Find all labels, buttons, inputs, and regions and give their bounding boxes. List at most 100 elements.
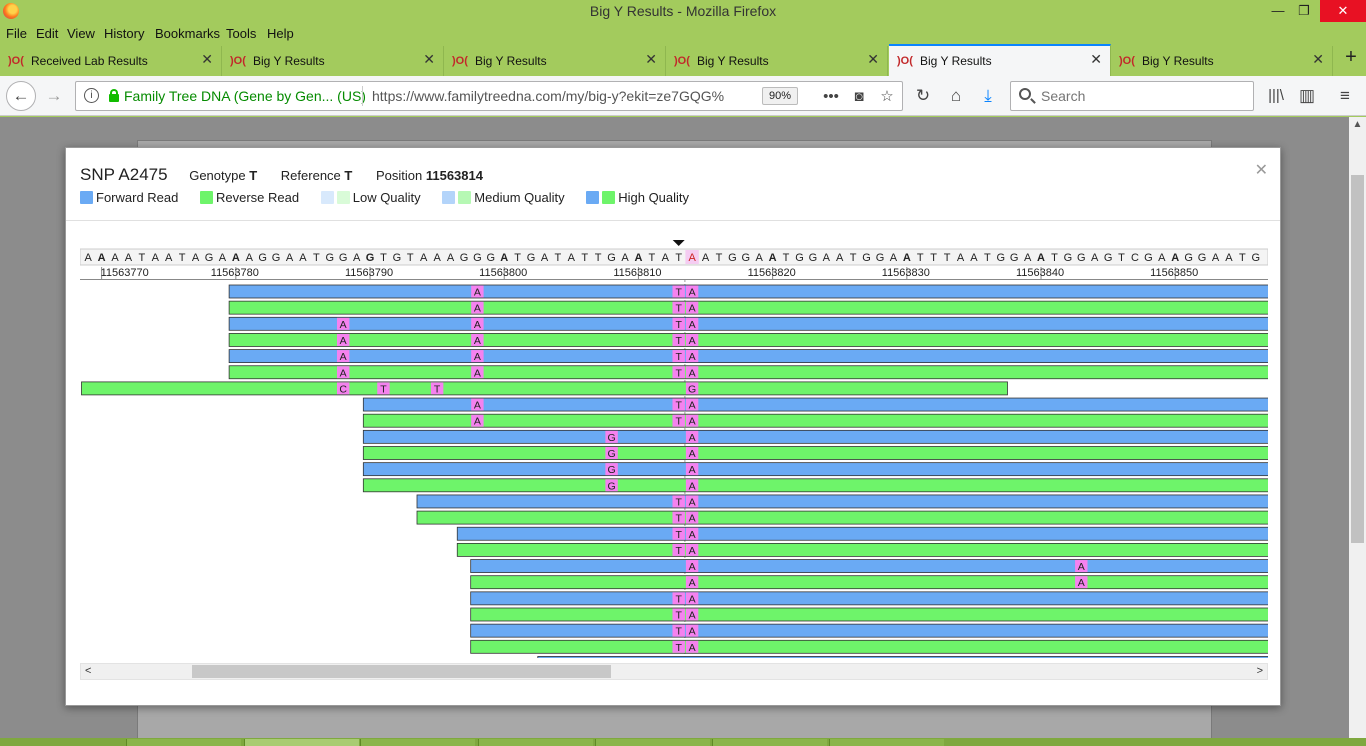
reference-base: A [420, 252, 428, 264]
reference-base: G [1184, 252, 1193, 264]
legend-low-quality: Low Quality [320, 190, 421, 205]
close-tab-icon[interactable]: ✕ [201, 51, 213, 68]
scroll-right-icon[interactable]: > [1257, 664, 1263, 679]
viewer-scroll-thumb[interactable] [192, 665, 611, 678]
zoom-indicator[interactable]: 90% [762, 87, 799, 105]
tab-3[interactable]: )O( Big Y Results ✕ [444, 46, 666, 76]
close-tab-icon[interactable]: ✕ [645, 51, 657, 68]
menu-help[interactable]: Help [267, 26, 294, 41]
hamburger-menu-icon[interactable]: ≡ [1333, 84, 1357, 108]
site-identity[interactable]: Family Tree DNA (Gene by Gen... (US) [124, 88, 366, 104]
scroll-up-icon[interactable]: ▲ [1349, 119, 1366, 130]
reverse-read [470, 607, 1268, 622]
tab-5-active[interactable]: )O( Big Y Results ✕ [889, 44, 1111, 76]
ruler-label: 11563780 [211, 267, 259, 279]
secure-lock-icon [109, 89, 119, 102]
read-legend: Forward Read Reverse Read Low Quality Me… [80, 190, 707, 205]
menu-bookmarks[interactable]: Bookmarks [155, 26, 220, 41]
tab-1[interactable]: )O( Received Lab Results ✕ [0, 46, 222, 76]
search-input[interactable] [1041, 87, 1241, 105]
reference-base: A [970, 252, 978, 264]
mismatch-base: A [689, 400, 696, 412]
url-text[interactable]: https://www.familytreedna.com/my/big-y?e… [372, 88, 728, 104]
scroll-left-icon[interactable]: < [85, 664, 91, 679]
reference-base: T [944, 252, 951, 264]
download-icon[interactable]: ⤓ [976, 84, 1000, 108]
reference-base: A [1171, 252, 1179, 264]
close-tab-icon[interactable]: ✕ [423, 51, 435, 68]
forward-read [470, 623, 1268, 638]
taskbar-item[interactable] [244, 739, 359, 746]
library-icon[interactable]: |||\ [1264, 84, 1288, 108]
close-tab-icon[interactable]: ✕ [867, 51, 879, 68]
reference-base: T [648, 252, 655, 264]
legend-swatch [586, 191, 600, 204]
mismatch-base: A [689, 593, 696, 605]
maximize-button[interactable]: ❐ [1286, 0, 1322, 22]
reference-base: T [1051, 252, 1058, 264]
tab-6[interactable]: )O( Big Y Results ✕ [1111, 46, 1333, 76]
read-alignment-viewer[interactable]: AAAATAATAGAAAGGAATGGAGTGTAAAGGGATGATATTG… [80, 236, 1268, 658]
tab-4[interactable]: )O( Big Y Results ✕ [666, 46, 888, 76]
forward-read [228, 284, 1268, 299]
mismatch-base: A [689, 610, 696, 622]
sidebar-icon[interactable]: ▥ [1295, 84, 1319, 108]
close-tab-icon[interactable]: ✕ [1090, 51, 1102, 68]
bookmark-star-icon[interactable]: ☆ [876, 86, 898, 108]
taskbar-item[interactable] [829, 739, 944, 746]
menu-history[interactable]: History [104, 26, 144, 41]
back-button[interactable]: ← [6, 81, 36, 111]
reference-base: A [232, 252, 240, 264]
scroll-thumb[interactable] [1351, 175, 1364, 543]
reload-icon[interactable]: ↻ [911, 84, 935, 108]
snp-detail-modal: ✕ SNP A2475 Genotype T Reference T Posit… [65, 147, 1281, 706]
taskbar-item[interactable] [478, 739, 593, 746]
tab-2[interactable]: )O( Big Y Results ✕ [222, 46, 444, 76]
mismatch-base: T [675, 367, 682, 379]
reference-base: G [487, 252, 496, 264]
url-bar[interactable]: i Family Tree DNA (Gene by Gen... (US) h… [75, 81, 903, 111]
tab-title: Received Lab Results [31, 54, 148, 68]
mismatch-base: T [675, 416, 682, 428]
pocket-icon[interactable]: ◙ [848, 86, 870, 108]
viewer-horizontal-scrollbar[interactable]: < > [80, 663, 1268, 680]
search-icon [1019, 88, 1031, 100]
menu-bar: File Edit View History Bookmarks Tools H… [0, 24, 1366, 44]
home-icon[interactable]: ⌂ [944, 84, 968, 108]
page-vertical-scrollbar[interactable]: ▲ [1349, 117, 1366, 738]
position-value: 11563814 [425, 168, 483, 183]
modal-close-icon[interactable]: ✕ [1255, 160, 1268, 180]
reverse-read [362, 446, 1268, 460]
menu-tools[interactable]: Tools [226, 26, 256, 41]
mismatch-base: T [675, 351, 682, 363]
mismatch-base: A [474, 303, 481, 315]
reference-base: T [407, 252, 414, 264]
mismatch-base: A [689, 448, 696, 460]
reference-base: A [541, 252, 549, 264]
reference-base: G [527, 252, 536, 264]
legend-forward-read: Forward Read [80, 190, 178, 205]
mismatch-base: A [689, 496, 696, 508]
taskbar-item[interactable] [712, 739, 827, 746]
reference-base: A [500, 252, 508, 264]
menu-view[interactable]: View [67, 26, 95, 41]
tab-title: Big Y Results [697, 54, 769, 68]
taskbar-item[interactable] [595, 739, 710, 746]
forward-button[interactable]: → [42, 84, 66, 108]
ftdna-favicon-icon: )O( [230, 55, 246, 67]
close-window-button[interactable]: ✕ [1320, 0, 1366, 22]
new-tab-button[interactable]: + [1338, 46, 1364, 74]
taskbar-item[interactable] [360, 739, 475, 746]
menu-file[interactable]: File [6, 26, 27, 41]
legend-swatch [200, 191, 213, 204]
taskbar-item[interactable] [126, 739, 241, 746]
forward-read [228, 316, 1268, 331]
search-box[interactable] [1010, 81, 1254, 111]
reference-base: A [299, 252, 307, 264]
page-actions-icon[interactable]: ••• [820, 86, 842, 108]
site-info-icon[interactable]: i [84, 88, 99, 103]
menu-edit[interactable]: Edit [36, 26, 58, 41]
close-tab-icon[interactable]: ✕ [1312, 51, 1324, 68]
mismatch-base: A [689, 642, 696, 654]
reference-base: G [795, 252, 804, 264]
